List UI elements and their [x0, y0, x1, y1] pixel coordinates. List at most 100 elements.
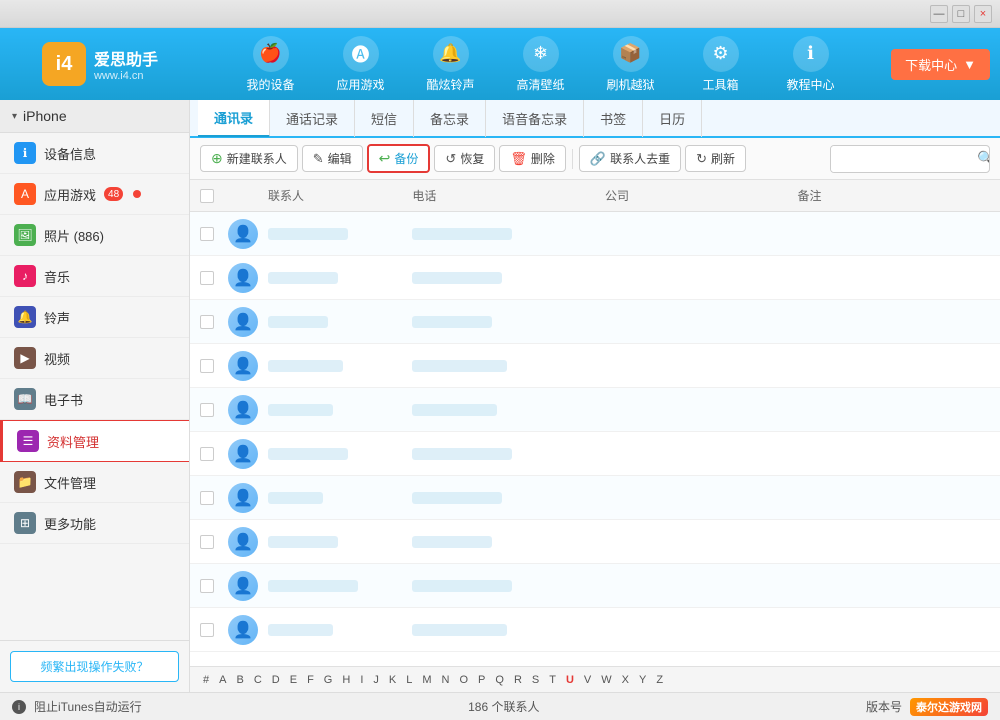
restore-button[interactable]: ↺ 恢复 [434, 145, 495, 172]
device-label: iPhone [23, 108, 67, 124]
row-checkbox[interactable] [200, 315, 214, 329]
edit-button[interactable]: ✎ 编辑 [302, 145, 363, 172]
tab-contacts[interactable]: 通讯录 [198, 100, 270, 137]
alpha-item-x[interactable]: X [619, 674, 632, 686]
refresh-icon: ↻ [696, 151, 707, 167]
alpha-item-g[interactable]: G [321, 674, 336, 686]
alpha-item-k[interactable]: K [386, 674, 399, 686]
maximize-button[interactable]: □ [952, 5, 970, 23]
alpha-item-h[interactable]: H [339, 674, 353, 686]
table-row[interactable]: 👤 [190, 520, 1000, 564]
table-row[interactable]: 👤 [190, 476, 1000, 520]
alpha-item-j[interactable]: J [370, 674, 382, 686]
row-checkbox[interactable] [200, 403, 214, 417]
nav-ringtones[interactable]: 🔔 酷炫铃声 [406, 28, 496, 100]
table-row[interactable]: 👤 [190, 432, 1000, 476]
download-center-button[interactable]: 下载中心 ▼ [891, 49, 990, 80]
backup-button[interactable]: ↩ 备份 [367, 144, 431, 173]
nav-tools[interactable]: ⚙ 工具箱 [676, 28, 766, 100]
sidebar-item-file-mgmt[interactable]: 📁 文件管理 [0, 462, 189, 503]
alpha-item-e[interactable]: E [287, 674, 300, 686]
contact-name [268, 624, 333, 636]
header: i4 爱思助手 www.i4.cn 🍎 我的设备 🅐 应用游戏 🔔 酷炫铃声 [0, 28, 1000, 100]
photos-icon: 🖼 [14, 224, 36, 246]
header-name: 联系人 [268, 187, 412, 204]
version-label: 版本号 [866, 698, 902, 715]
refresh-button[interactable]: ↻ 刷新 [685, 145, 746, 172]
sidebar-item-ringtones[interactable]: 🔔 铃声 [0, 297, 189, 338]
avatar: 👤 [228, 483, 258, 513]
nav-tutorials[interactable]: ℹ 教程中心 [766, 28, 856, 100]
alpha-item-l[interactable]: L [403, 674, 415, 686]
sidebar-item-device-info[interactable]: ℹ 设备信息 [0, 133, 189, 174]
alpha-item-f[interactable]: F [304, 674, 317, 686]
row-checkbox[interactable] [200, 447, 214, 461]
alpha-item-#[interactable]: # [200, 674, 212, 686]
tab-sms[interactable]: 短信 [355, 100, 414, 137]
table-row[interactable]: 👤 [190, 388, 1000, 432]
alpha-item-p[interactable]: P [475, 674, 488, 686]
row-checkbox[interactable] [200, 491, 214, 505]
alpha-bar: # ABCDEFGHIJKLMNOPQRSTUVWXYZ [190, 666, 1000, 692]
row-checkbox[interactable] [200, 271, 214, 285]
row-checkbox[interactable] [200, 623, 214, 637]
row-checkbox[interactable] [200, 579, 214, 593]
alpha-item-q[interactable]: Q [492, 674, 507, 686]
tab-call-log[interactable]: 通话记录 [270, 100, 355, 137]
contact-name [268, 448, 348, 460]
table-row[interactable]: 👤 [190, 344, 1000, 388]
sidebar-item-video[interactable]: ▶ 视频 [0, 338, 189, 379]
table-row[interactable]: 👤 [190, 564, 1000, 608]
sidebar-device: ▾ iPhone [0, 100, 189, 133]
table-row[interactable]: 👤 [190, 608, 1000, 652]
sidebar-item-music[interactable]: ♪ 音乐 [0, 256, 189, 297]
alpha-item-b[interactable]: B [233, 674, 246, 686]
sidebar-item-more[interactable]: ⊞ 更多功能 [0, 503, 189, 544]
contact-name [268, 580, 358, 592]
alpha-item-a[interactable]: A [216, 674, 229, 686]
nav-app-games[interactable]: 🅐 应用游戏 [316, 28, 406, 100]
alpha-item-o[interactable]: O [456, 674, 471, 686]
table-row[interactable]: 👤 [190, 300, 1000, 344]
contact-name [268, 228, 348, 240]
row-checkbox[interactable] [200, 359, 214, 373]
delete-button[interactable]: 🗑 删除 [499, 145, 566, 172]
tab-voice-notes[interactable]: 语音备忘录 [486, 100, 584, 137]
tab-notes[interactable]: 备忘录 [414, 100, 486, 137]
alpha-item-c[interactable]: C [251, 674, 265, 686]
sidebar-item-data-mgmt[interactable]: ☰ 资料管理 [0, 420, 189, 462]
trouble-button[interactable]: 频繁出现操作失败？ [10, 651, 179, 682]
search-input[interactable] [831, 146, 971, 172]
alpha-item-d[interactable]: D [269, 674, 283, 686]
alpha-item-y[interactable]: Y [636, 674, 649, 686]
alpha-item-u[interactable]: U [563, 674, 577, 686]
tab-calendar[interactable]: 日历 [643, 100, 702, 137]
row-checkbox[interactable] [200, 535, 214, 549]
nav-my-device[interactable]: 🍎 我的设备 [226, 28, 316, 100]
alpha-item-n[interactable]: N [439, 674, 453, 686]
alpha-item-w[interactable]: W [598, 674, 614, 686]
alpha-item-r[interactable]: R [511, 674, 525, 686]
nav-wallpapers[interactable]: ❄ 高清壁纸 [496, 28, 586, 100]
sidebar-item-ebooks[interactable]: 📖 电子书 [0, 379, 189, 420]
alpha-item-t[interactable]: T [546, 674, 559, 686]
table-row[interactable]: 👤 [190, 256, 1000, 300]
sidebar-item-app-games[interactable]: A 应用游戏 48 [0, 174, 189, 215]
alpha-item-z[interactable]: Z [653, 674, 666, 686]
alpha-item-v[interactable]: V [581, 674, 594, 686]
tab-bookmarks[interactable]: 书签 [584, 100, 643, 137]
nav-jailbreak[interactable]: 📦 刷机越狱 [586, 28, 676, 100]
alpha-item-i[interactable]: I [357, 674, 366, 686]
nav-wallpapers-label: 高清壁纸 [517, 76, 565, 93]
alpha-item-m[interactable]: M [419, 674, 434, 686]
select-all-checkbox[interactable] [200, 189, 214, 203]
sidebar-item-photos[interactable]: 🖼 照片 (886) [0, 215, 189, 256]
new-contact-button[interactable]: ⊕ 新建联系人 [200, 145, 298, 172]
table-row[interactable]: 👤 [190, 212, 1000, 256]
minimize-button[interactable]: — [930, 5, 948, 23]
row-checkbox[interactable] [200, 227, 214, 241]
alpha-item-s[interactable]: S [529, 674, 542, 686]
export-button[interactable]: 🔗 联系人去重 [579, 145, 681, 172]
avatar: 👤 [228, 571, 258, 601]
close-button[interactable]: × [974, 5, 992, 23]
